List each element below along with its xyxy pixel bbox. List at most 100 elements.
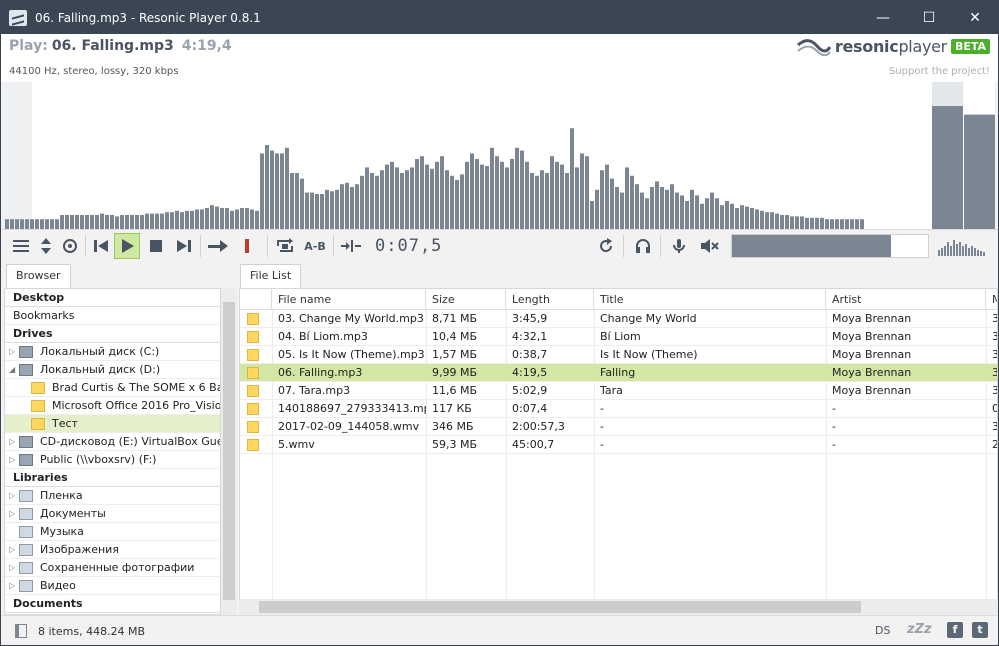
filelist-scroll-thumb[interactable] [259,601,861,613]
browser-scroll-thumb[interactable] [223,302,235,600]
resonic-logo[interactable]: resonicplayer BETA [796,37,990,56]
mini-spectrum-icon[interactable] [938,236,990,256]
spectrum-bar [335,189,339,229]
tab-file-list[interactable]: File List [240,264,302,288]
tree-expand-icon[interactable]: ▷ [9,451,15,468]
list-icon[interactable] [8,233,34,259]
tree-item[interactable]: Музыка [5,523,220,541]
sleep-button[interactable]: zZz [907,622,932,637]
ab-repeat-button[interactable]: A-B [302,233,328,259]
tree-item[interactable]: ▷ Локальный диск (C:) [5,343,220,361]
ds-button[interactable]: DS [875,624,890,637]
play-icon[interactable] [114,233,140,259]
tree-expand-icon[interactable]: ▷ [9,487,15,504]
reload-icon[interactable] [593,233,619,259]
tree-expand-icon[interactable]: ▷ [9,541,15,558]
tab-browser[interactable]: Browser [6,264,71,288]
tree-item[interactable]: ▷ Сохраненные фотографии [5,559,220,577]
tree-expand-icon[interactable]: ▷ [9,505,15,522]
browser-tree[interactable]: Desktop Bookmarks Drives ▷ Локальный диск (C… [4,288,221,615]
panel-toggle-icon[interactable] [15,624,27,638]
twitter-icon[interactable]: t [972,622,988,638]
forward-icon[interactable] [205,233,231,259]
tree-expand-icon[interactable]: ▷ [9,559,15,576]
stop-icon[interactable] [143,233,169,259]
cell-extra: 3 [986,328,997,346]
tree-item[interactable]: ▷ Public (\\vboxsrv) (F:) [5,451,220,469]
browser-scrollbar[interactable] [221,288,237,615]
record-icon[interactable] [235,233,261,259]
spectrum-bar [795,216,799,229]
tree-section[interactable]: Libraries [5,469,220,487]
tree-expand-icon[interactable]: ▷ [9,343,15,360]
spectrum-bar [300,178,304,229]
playback-progress[interactable] [731,234,929,258]
tree-expand-icon[interactable]: ◢ [9,361,15,378]
tree-item[interactable]: ▷ Изображения [5,541,220,559]
column-header-length[interactable]: Length [506,289,594,310]
table-row[interactable]: 2017-02-09_144058.wmv 346 МБ 2:00:57,3 - - 3 [240,418,997,436]
minimize-button[interactable]: — [860,1,906,34]
target-icon[interactable] [57,233,83,259]
loop-icon[interactable] [272,233,298,259]
spectrum-bar [700,203,704,229]
spectrum-bar [100,213,104,229]
file-list-table[interactable]: File name Size Length Title Artist M 03.… [239,288,998,615]
updown-icon[interactable] [33,233,59,259]
cell-size: 8,71 МБ [432,312,478,325]
mic-icon[interactable] [666,233,692,259]
close-button[interactable]: ✕ [952,1,998,34]
column-header-title[interactable]: Title [594,289,826,310]
tree-item[interactable]: ▷ Пленка [5,487,220,505]
tree-item[interactable]: ▷ Документы [5,505,220,523]
spectrum-bar [110,215,114,229]
tree-item[interactable]: Тест [5,415,220,433]
column-header-icon[interactable] [240,289,272,310]
spectrum-analyzer[interactable] [4,82,995,229]
spectrum-bar [165,212,169,229]
next-icon[interactable] [171,233,197,259]
tree-section[interactable]: Documents [5,595,220,613]
table-row[interactable]: 140188697_279333413.mp3 117 КБ 0:07,4 - - 0 [240,400,997,418]
facebook-icon[interactable]: f [947,622,963,638]
title-bar[interactable]: 06. Falling.mp3 - Resonic Player 0.8.1 —… [1,1,998,34]
beta-badge: BETA [950,39,990,54]
tree-item[interactable]: Microsoft Office 2016 Pro_Visio... [5,397,220,415]
table-row[interactable]: 03. Change My World.mp3 8,71 МБ 3:45,9 Chan… [240,310,997,328]
pitch-icon[interactable] [338,233,364,259]
spectrum-bar [685,201,689,229]
table-row[interactable]: 06. Falling.mp3 9,99 МБ 4:19,5 Falling Moya … [240,364,997,382]
table-row[interactable]: 5.wmv 59,3 МБ 45:00,7 - - 2 [240,436,997,454]
column-header-artist[interactable]: Artist [826,289,986,310]
tree-expand-icon[interactable]: ▷ [9,577,15,594]
table-row[interactable]: 05. Is It Now (Theme).mp3 1,57 МБ 0:38,7 Is… [240,346,997,364]
column-header-size[interactable]: Size [426,289,506,310]
tree-item[interactable]: Brad Curtis & The SOME x 6 Ba... [5,379,220,397]
cell-size: 1,57 МБ [432,348,478,361]
level-meter-left [932,106,963,229]
cell-size: 59,3 МБ [432,438,478,451]
mute-icon[interactable] [697,233,723,259]
spectrum-bar [160,213,164,229]
tree-section[interactable]: Drives [5,325,220,343]
table-row[interactable]: 07. Tara.mp3 11,6 МБ 5:02,9 Tara Moya Brenna… [240,382,997,400]
tree-expand-icon[interactable]: ▷ [9,433,15,450]
maximize-button[interactable]: ☐ [906,1,952,34]
spectrum-bar [15,219,19,229]
tree-section[interactable]: Desktop [5,289,220,307]
column-header-more[interactable]: M [986,289,997,310]
prev-icon[interactable] [88,233,114,259]
headphones-icon[interactable] [630,233,656,259]
tree-item[interactable]: Bookmarks [5,307,220,325]
support-link[interactable]: Support the project! [889,66,990,77]
spectrum-bar [260,153,264,229]
tree-item[interactable]: ▷ CD-дисковод (E:) VirtualBox Gue... [5,433,220,451]
tree-item[interactable]: ▷ Видео [5,577,220,595]
spectrum-bar [860,219,864,229]
tree-item[interactable]: ◢ Локальный диск (D:) [5,361,220,379]
table-row[interactable]: 04. Bí Liom.mp3 10,4 МБ 4:32,1 Bí Liom Moya … [240,328,997,346]
logo-text: resonicplayer [835,37,947,56]
column-header-filename[interactable]: File name [272,289,426,310]
filelist-horizontal-scrollbar[interactable] [239,599,998,615]
spectrum-bar [755,209,759,229]
